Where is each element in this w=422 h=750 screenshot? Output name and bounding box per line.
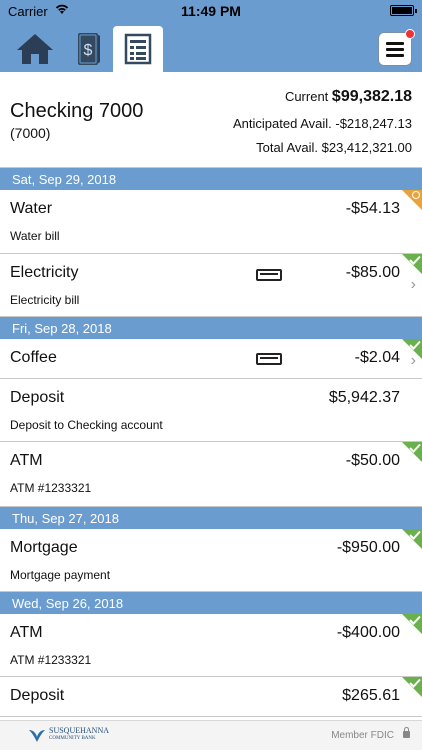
- transaction-list: Sat, Sep 29, 2018 Water -$54.13 Water bi…: [0, 168, 422, 717]
- anticipated-balance: Anticipated Avail. -$218,247.13: [232, 116, 412, 131]
- transaction-description: Coffee: [10, 349, 57, 366]
- transaction-amount: -$50.00: [345, 452, 400, 469]
- current-balance-value: $99,382.18: [331, 88, 412, 105]
- transaction-row[interactable]: Electricity -$85.00 Electricity bill ›: [0, 254, 422, 317]
- current-balance: Current $99,382.18: [285, 88, 412, 106]
- transaction-memo: Mortgage payment: [10, 568, 111, 582]
- transaction-description: ATM: [10, 624, 43, 641]
- transaction-row[interactable]: ATM -$50.00 ATM #1233321: [0, 442, 422, 507]
- register-icon: [124, 33, 152, 65]
- checkmark-icon: [402, 339, 422, 359]
- home-tab[interactable]: [10, 26, 60, 72]
- date-header: Sat, Sep 29, 2018: [0, 168, 422, 190]
- transaction-amount: -$54.13: [345, 200, 400, 217]
- total-available-balance: Total Avail. $23,412,321.00: [256, 140, 412, 155]
- lock-icon: [403, 727, 410, 738]
- menu-button[interactable]: [378, 29, 415, 66]
- transaction-amount: -$85.00: [345, 264, 400, 281]
- footer: SUSQUEHANNA COMMUNITY BANK Member FDIC: [0, 720, 422, 750]
- register-tab[interactable]: [113, 26, 163, 72]
- transaction-row[interactable]: Water -$54.13 Water bill: [0, 190, 422, 254]
- checkmark-icon: [402, 677, 422, 697]
- checkmark-icon: [402, 254, 422, 274]
- status-bar: Carrier 11:49 PM: [0, 0, 422, 22]
- checkmark-icon: [402, 614, 422, 634]
- logo-line2: COMMUNITY BANK: [49, 736, 96, 741]
- transaction-amount: -$400.00: [336, 624, 400, 641]
- logo-line1: SUSQUEHANNA: [49, 726, 110, 735]
- svg-text:$: $: [84, 42, 93, 59]
- account-number: (7000): [10, 125, 51, 141]
- home-icon: [17, 34, 53, 64]
- transaction-memo: ATM #1233321: [10, 653, 92, 667]
- date-header: Thu, Sep 27, 2018: [0, 507, 422, 529]
- battery-icon: [390, 5, 417, 16]
- transaction-description: Water: [10, 200, 53, 217]
- current-balance-label: Current: [284, 89, 329, 104]
- transaction-description: ATM: [10, 452, 43, 469]
- transaction-row[interactable]: Deposit $265.61: [0, 677, 422, 717]
- transaction-amount: $5,942.37: [328, 389, 400, 406]
- transaction-description: Electricity: [10, 264, 79, 281]
- top-nav: $: [0, 22, 422, 72]
- transaction-memo: ATM #1233321: [10, 481, 92, 495]
- transaction-memo: Deposit to Checking account: [10, 418, 163, 432]
- accounts-tab[interactable]: $: [62, 26, 112, 72]
- transaction-memo: Electricity bill: [10, 293, 80, 307]
- transaction-amount: $265.61: [342, 687, 400, 704]
- transaction-row[interactable]: Coffee -$2.04 ›: [0, 339, 422, 379]
- bird-logo-icon: [29, 730, 45, 742]
- date-header: Fri, Sep 28, 2018: [0, 317, 422, 339]
- clock: 11:49 PM: [181, 3, 241, 19]
- transaction-row[interactable]: Mortgage -$950.00 Mortgage payment: [0, 529, 422, 592]
- checkmark-icon: [402, 442, 422, 462]
- checkmark-icon: [402, 529, 422, 549]
- card-icon: [256, 269, 282, 281]
- transaction-row[interactable]: ATM -$400.00 ATM #1233321: [0, 614, 422, 677]
- transaction-memo: Water bill: [10, 229, 60, 243]
- transaction-row[interactable]: Deposit $5,942.37 Deposit to Checking ac…: [0, 379, 422, 442]
- transaction-amount: -$950.00: [336, 539, 400, 556]
- account-name: Checking 7000: [10, 100, 144, 122]
- transaction-description: Deposit: [10, 389, 65, 406]
- bank-logo: SUSQUEHANNA COMMUNITY BANK: [28, 727, 109, 743]
- card-icon: [256, 353, 282, 365]
- transaction-description: Mortgage: [10, 539, 78, 556]
- transaction-amount: -$2.04: [354, 349, 400, 366]
- clock-icon: [402, 190, 422, 210]
- transaction-description: Deposit: [10, 687, 65, 704]
- money-icon: $: [78, 33, 100, 65]
- notification-dot: [405, 29, 415, 39]
- member-fdic: Member FDIC: [331, 730, 394, 741]
- hamburger-menu-icon: [386, 42, 404, 57]
- chevron-right-icon: ›: [410, 276, 416, 293]
- account-summary: Checking 7000 (7000) Current $99,382.18 …: [0, 72, 422, 168]
- date-header: Wed, Sep 26, 2018: [0, 592, 422, 614]
